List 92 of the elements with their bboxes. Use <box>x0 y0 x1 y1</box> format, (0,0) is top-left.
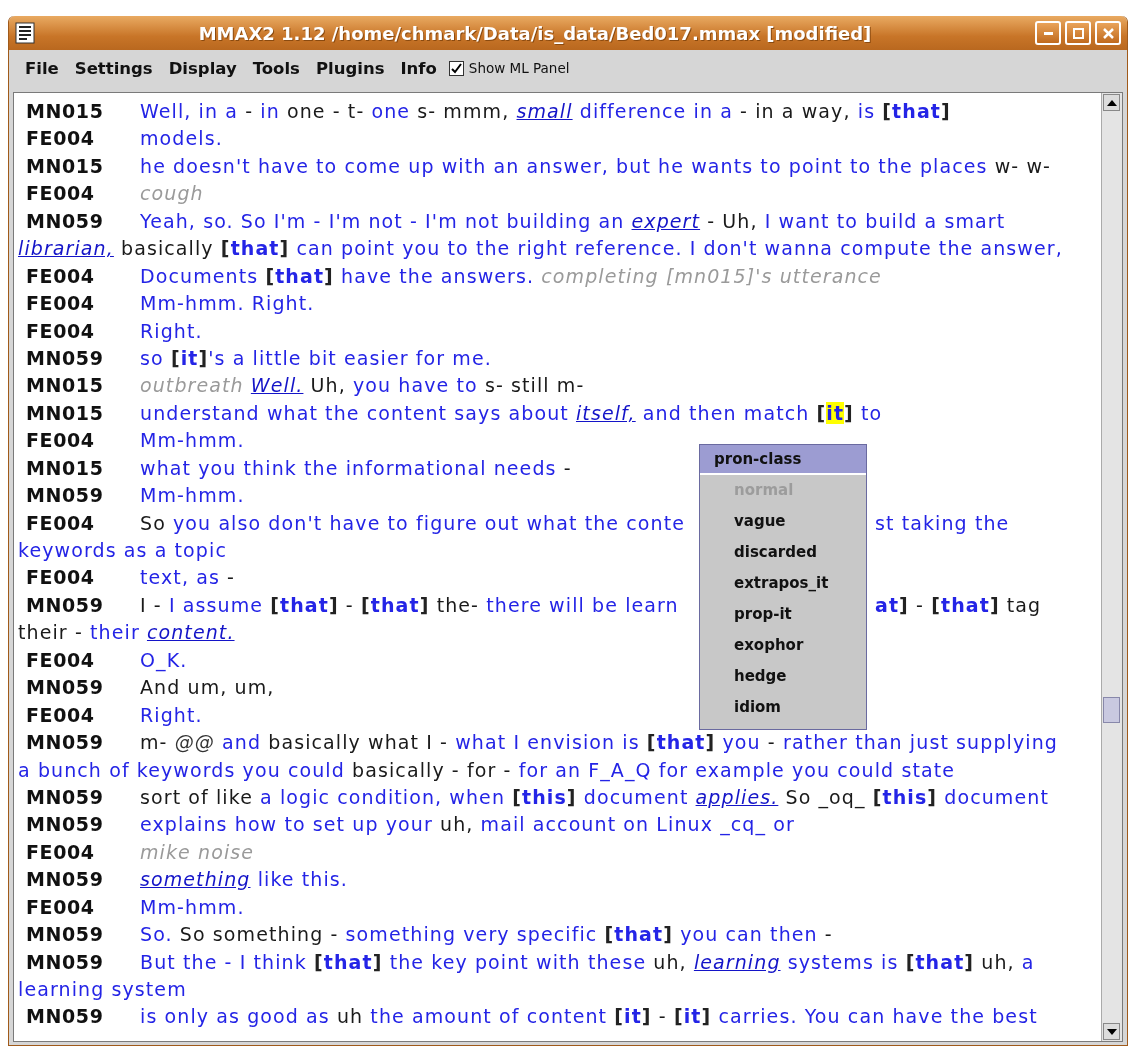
speaker-label: FE004 <box>25 428 96 454</box>
utterance-text: so [it]'s a little bit easier for me. <box>140 346 492 369</box>
utterance-text: O_K. <box>140 648 188 671</box>
speaker-label: FE004 <box>25 181 96 207</box>
utterance-text: is only as good as uh the amount of content [it] - [it] carries. You can have the best <box>140 1005 1038 1028</box>
speaker-label: FE004 <box>25 263 96 289</box>
checkbox-label: Show ML Panel <box>468 60 570 76</box>
utterance-text: text, as - <box>140 566 236 589</box>
utterance-text: a bunch of keywords you could basically - for - for an F_A_Q for example you could state <box>18 758 955 781</box>
speaker-label: MN059 <box>25 592 105 618</box>
speaker-label: MN059 <box>25 730 105 756</box>
speaker-label: MN015 <box>25 373 105 399</box>
scroll-thumb[interactable] <box>1103 697 1120 723</box>
menu-item[interactable]: Plugins <box>309 56 391 80</box>
utterance-text: Mm-hmm. <box>140 429 245 452</box>
utterance-text: their - their content. <box>18 621 235 644</box>
utterance-text: So. So something - something very specific [that] you can then - <box>140 923 833 946</box>
speaker-label: MN059 <box>25 812 105 838</box>
menu-item[interactable]: prop-it <box>700 599 866 630</box>
utterance-text: Mm-hmm. Right. <box>140 292 315 315</box>
utterance-text: what you think the informational needs - <box>140 456 572 479</box>
menu-title: pron-class <box>700 445 866 475</box>
maximize-icon <box>1072 27 1084 39</box>
utterance-text: keywords as a topic <box>18 539 227 561</box>
menu-item[interactable]: exophor <box>700 630 866 661</box>
utterance-text: Well, in a - in one - t- one s- mmm, small difference in a - in a way, is [that] <box>140 100 951 122</box>
speaker-label: FE004 <box>25 291 96 317</box>
utterance-text: m- @@ and basically what I - what I envision is [that] you - rather than just supplying <box>140 731 1058 754</box>
scroll-down-icon[interactable] <box>1106 1027 1117 1036</box>
utterance-text: I - I assume [that] - [that] the- there will be learn <box>140 593 679 616</box>
speaker-label: MN059 <box>25 208 105 234</box>
utterance-text: at] - [that] tag <box>875 593 1042 616</box>
utterance-text: models. <box>140 127 223 150</box>
menu-item[interactable]: File <box>19 56 65 80</box>
speaker-label: MN015 <box>25 455 105 481</box>
speaker-label: FE004 <box>25 565 96 591</box>
utterance-text: cough <box>140 182 204 205</box>
menu-item[interactable]: extrapos_it <box>700 568 866 599</box>
utterance-text: Documents [that] have the answers. completing [mn015]'s utterance <box>140 264 882 287</box>
speaker-label: MN059 <box>25 867 105 893</box>
speaker-label: MN059 <box>25 675 105 701</box>
utterance-text: Mm-hmm. <box>140 484 245 507</box>
utterance-text: explains how to set up your uh, mail account on Linux _cq_ or <box>140 813 795 836</box>
speaker-label: FE004 <box>25 510 96 536</box>
close-icon <box>1102 27 1114 39</box>
speaker-label: MN059 <box>25 345 105 371</box>
speaker-label: MN059 <box>25 1004 105 1030</box>
utterance-text: st taking the <box>875 511 1010 534</box>
menu-item[interactable]: Info <box>394 56 443 80</box>
utterance-text: But the - I think [that] the key point with these uh, learning systems is [that] uh, a <box>140 950 1035 973</box>
minimize-icon <box>1043 31 1053 35</box>
menu-item[interactable]: vague <box>700 506 866 537</box>
utterance-text: And um, um, <box>140 676 275 699</box>
utterance-text: understand what the content says about itself, and then match [it] to <box>140 401 883 424</box>
speaker-label: FE004 <box>25 318 96 344</box>
menu-item[interactable]: Settings <box>68 56 159 80</box>
utterance-text: librarian, basically [that] can point you to the right reference. I don't wanna compute the answer, <box>18 237 1063 260</box>
speaker-label: FE004 <box>25 126 96 152</box>
close-button[interactable] <box>1095 21 1121 45</box>
menu-item[interactable]: Display <box>162 56 243 80</box>
speaker-label: FE004 <box>25 839 96 865</box>
utterance-text: something like this. <box>140 868 348 891</box>
utterance-text: Right. <box>140 319 203 342</box>
utterance-text: So you also don't have to figure out what the conte <box>140 511 685 534</box>
utterance-text: Mm-hmm. <box>140 895 245 918</box>
speaker-label: MN059 <box>25 784 105 810</box>
speaker-label: FE004 <box>25 894 96 920</box>
utterance-text: mike noise <box>140 840 255 863</box>
speaker-label: FE004 <box>25 647 96 673</box>
speaker-label: MN015 <box>25 99 105 124</box>
utterance-text: Right. <box>140 703 203 726</box>
scroll-up-icon[interactable] <box>1106 98 1117 107</box>
menu-item[interactable]: idiom <box>700 692 866 723</box>
window-menu-icon[interactable] <box>15 22 35 44</box>
utterance-text: Yeah, so. So I'm - I'm not - I'm not building an expert - Uh, I want to build a smart <box>140 209 1006 232</box>
utterance-text: learning system <box>18 978 187 1000</box>
speaker-label: FE004 <box>25 702 96 728</box>
window-title: MMAX2 1.12 /home/chmark/Data/is_data/Bed017.mmax [modified] <box>197 22 873 44</box>
utterance-text: he doesn't have to come up with an answer, but he wants to point to the places w- w- <box>140 154 1052 177</box>
speaker-label: MN015 <box>25 153 105 179</box>
minimize-button[interactable] <box>1035 21 1061 45</box>
menu-item[interactable]: Tools <box>246 56 306 80</box>
speaker-label: MN059 <box>25 922 105 948</box>
menu-item[interactable]: discarded <box>700 537 866 568</box>
speaker-label: MN059 <box>25 483 105 509</box>
speaker-label: MN015 <box>25 400 105 426</box>
speaker-label: MN059 <box>25 949 105 975</box>
utterance-text: outbreath Well. Uh, you have to s- still m- <box>140 374 585 397</box>
utterance-text: sort of like a logic condition, when [this] document applies. So _oq_ [this] document <box>140 785 1049 808</box>
maximize-button[interactable] <box>1065 21 1091 45</box>
checkbox[interactable] <box>448 60 464 76</box>
menu-item[interactable]: hedge <box>700 661 866 692</box>
